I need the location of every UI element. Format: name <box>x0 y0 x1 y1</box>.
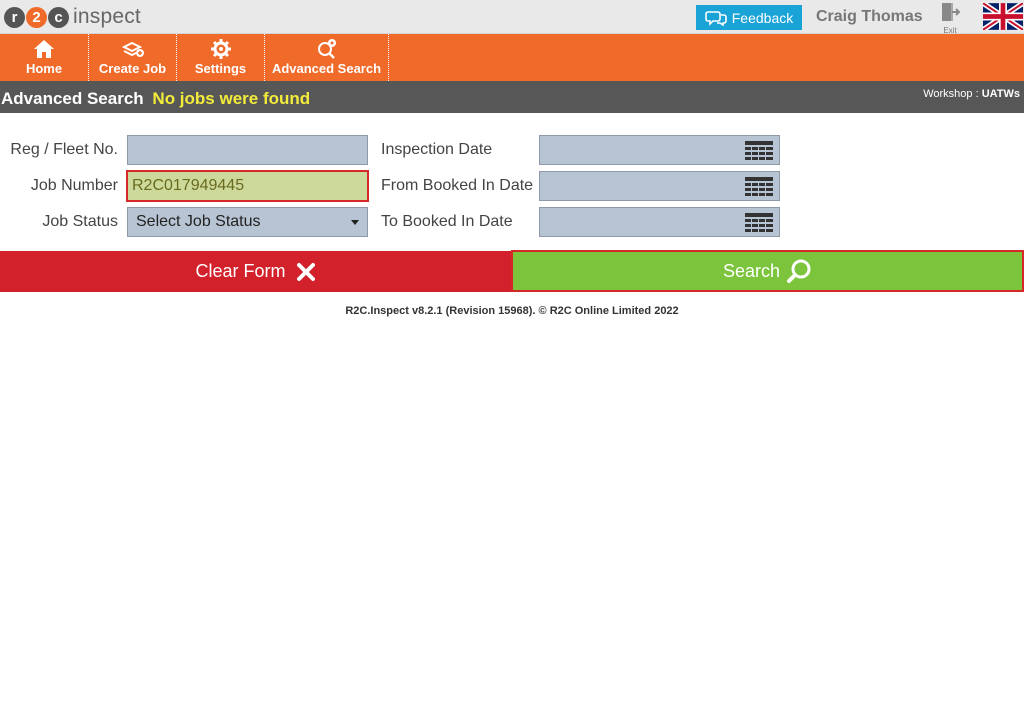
user-name: Craig Thomas <box>816 8 923 25</box>
feedback-label: Feedback <box>731 9 794 26</box>
search-button[interactable]: Search <box>511 250 1024 292</box>
chat-bubbles-icon <box>704 10 727 26</box>
search-status-message: No jobs were found <box>152 89 311 108</box>
close-icon <box>296 262 315 281</box>
job-status-select[interactable]: Select Job Status <box>127 207 368 237</box>
inspection-date-field[interactable] <box>539 135 780 165</box>
footer-version: R2C.Inspect v8.2.1 (Revision 15968). © R… <box>345 305 679 317</box>
title-bar: Advanced Search No jobs were found Works… <box>0 81 1024 113</box>
exit-door-icon <box>942 3 961 21</box>
job-status-label: Job Status <box>42 213 118 230</box>
nav-label-home: Home <box>25 61 63 76</box>
job-number-input[interactable] <box>128 172 367 200</box>
reg-fleet-field[interactable] <box>127 135 368 165</box>
page-title: Advanced Search No jobs were found <box>1 89 310 109</box>
to-booked-label: To Booked In Date <box>381 213 513 230</box>
search-label: Search <box>722 260 781 281</box>
logo-letter-r: r <box>4 6 25 28</box>
nav-label-settings: Settings <box>194 61 247 76</box>
inspection-date-label: Inspection Date <box>381 141 493 158</box>
nav-item-advanced-search[interactable]: Advanced Search <box>265 34 389 81</box>
calendar-icon[interactable] <box>745 141 773 161</box>
nav-label-create-job: Create Job <box>98 61 167 76</box>
feedback-button[interactable]: Feedback <box>696 5 802 30</box>
nav-item-settings[interactable]: Settings <box>177 34 265 81</box>
top-bar: r 2 c inspect Feedback Craig Thomas Exit <box>0 0 1024 35</box>
workshop-indicator: Workshop : UATWs <box>923 88 1020 100</box>
chevron-down-icon <box>351 220 359 225</box>
to-booked-input[interactable] <box>540 208 779 236</box>
create-job-icon <box>121 38 145 60</box>
nav-item-create-job[interactable]: Create Job <box>89 34 177 81</box>
clear-form-button[interactable]: Clear Form <box>0 251 511 292</box>
job-number-label: Job Number <box>30 177 118 194</box>
advanced-search-icon <box>315 38 339 60</box>
uk-flag-icon[interactable] <box>983 3 1023 30</box>
from-booked-input[interactable] <box>540 172 779 200</box>
logo-word: inspect <box>73 5 141 28</box>
nav-item-home[interactable]: Home <box>0 34 89 81</box>
gear-icon <box>210 38 232 60</box>
clear-form-label: Clear Form <box>195 261 286 281</box>
workshop-value: UATWs <box>981 88 1020 100</box>
reg-fleet-label: Reg / Fleet No. <box>10 141 118 158</box>
home-icon <box>33 38 55 60</box>
calendar-icon[interactable] <box>745 213 773 233</box>
from-booked-label: From Booked In Date <box>381 177 534 194</box>
calendar-icon[interactable] <box>745 177 773 197</box>
reg-fleet-input[interactable] <box>128 136 367 164</box>
to-booked-field[interactable] <box>539 207 780 237</box>
from-booked-field[interactable] <box>539 171 780 201</box>
job-number-field[interactable] <box>126 170 369 202</box>
page-title-text: Advanced Search <box>1 89 144 108</box>
app-logo[interactable]: r 2 c inspect <box>4 5 141 29</box>
job-status-selected: Select Job Status <box>136 213 261 230</box>
nav-label-advanced-search: Advanced Search <box>271 61 382 76</box>
logo-letter-c: c <box>48 6 69 28</box>
search-icon <box>787 259 811 283</box>
workshop-label: Workshop : <box>923 88 979 100</box>
exit-button[interactable]: Exit <box>939 2 961 35</box>
main-nav: Home Create Job Settings Advanced Search <box>0 34 1024 81</box>
inspection-date-input[interactable] <box>540 136 779 164</box>
logo-letter-2: 2 <box>26 6 47 28</box>
